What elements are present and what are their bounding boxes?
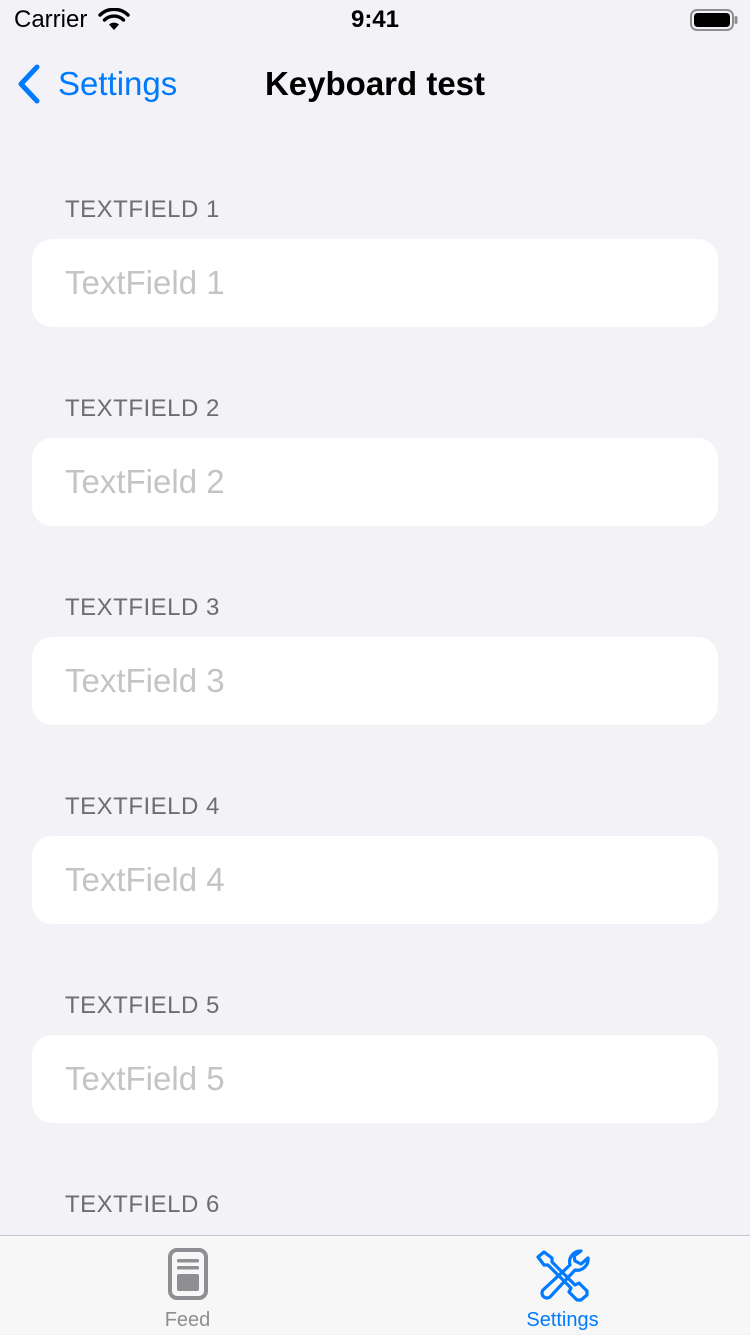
page-title: Keyboard test xyxy=(264,65,486,102)
form-section: TEXTFIELD 5 xyxy=(0,924,750,1123)
textfield-3[interactable] xyxy=(32,637,718,725)
textfield-2[interactable] xyxy=(32,438,718,526)
tab-settings[interactable]: Settings xyxy=(375,1236,750,1335)
tab-settings-label: Settings xyxy=(526,1309,599,1331)
battery-icon xyxy=(690,9,738,31)
settings-tools-icon xyxy=(535,1249,590,1302)
tab-feed[interactable]: Feed xyxy=(0,1236,375,1335)
status-bar: Carrier 9:41 xyxy=(0,0,750,40)
textfield-5[interactable] xyxy=(32,1035,718,1123)
section-header: TEXTFIELD 1 xyxy=(65,196,220,223)
form-section: TEXTFIELD 1 xyxy=(0,128,750,327)
textfield-form: TEXTFIELD 1 TEXTFIELD 2 TEXTFIELD 3 TEXT… xyxy=(0,128,750,1322)
section-header: TEXTFIELD 4 xyxy=(65,793,220,820)
navigation-bar: Settings Keyboard test xyxy=(0,40,750,128)
clock: 9:41 xyxy=(350,6,400,33)
section-header: TEXTFIELD 3 xyxy=(65,594,220,621)
textfield-1[interactable] xyxy=(32,239,718,327)
tab-feed-label: Feed xyxy=(164,1309,211,1331)
section-header: TEXTFIELD 5 xyxy=(65,992,220,1019)
textfield-4[interactable] xyxy=(32,836,718,924)
feed-icon xyxy=(167,1248,208,1300)
section-header: TEXTFIELD 6 xyxy=(65,1191,220,1218)
section-header: TEXTFIELD 2 xyxy=(65,395,220,422)
form-section: TEXTFIELD 2 xyxy=(0,327,750,526)
tab-bar: Feed Settings xyxy=(0,1235,750,1334)
form-section: TEXTFIELD 4 xyxy=(0,725,750,924)
form-section: TEXTFIELD 3 xyxy=(0,526,750,725)
